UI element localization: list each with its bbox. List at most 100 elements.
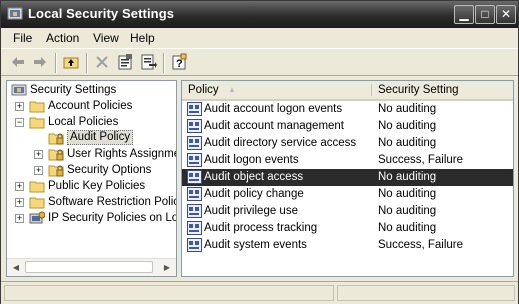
menu-action[interactable]: Action xyxy=(46,31,79,45)
security-setting-value: No auditing xyxy=(378,222,437,234)
column-setting-label: Security Setting xyxy=(378,84,459,96)
tree-item-label: Account Policies xyxy=(48,100,133,112)
policy-name: Audit policy change xyxy=(204,188,304,200)
tree-item-label: Security Options xyxy=(67,164,152,176)
ip-security-icon xyxy=(29,211,45,224)
tree-item[interactable]: Audit Policy xyxy=(7,130,176,146)
list-row[interactable]: Audit system events Success, Failure xyxy=(182,237,513,254)
tree-item[interactable]: + Public Key Policies xyxy=(7,178,176,194)
horizontal-scrollbar[interactable]: ◀ ▶ xyxy=(7,258,176,276)
expand-icon[interactable]: + xyxy=(15,214,24,223)
toolbar-separator xyxy=(55,53,57,73)
minimize-button[interactable]: ▁ xyxy=(454,5,474,24)
tree-item[interactable]: + Software Restriction Policie xyxy=(7,194,176,210)
expand-icon[interactable]: + xyxy=(15,182,24,191)
tree-item-label: Security Settings xyxy=(30,84,117,96)
scroll-left-icon[interactable]: ◀ xyxy=(9,261,23,274)
list-row[interactable]: Audit account logon events No auditing xyxy=(182,101,513,118)
scroll-thumb[interactable] xyxy=(25,261,153,273)
list-row[interactable]: Audit directory service access No auditin… xyxy=(182,135,513,152)
menu-help[interactable]: Help xyxy=(130,31,155,45)
status-panel xyxy=(337,285,515,301)
minimize-icon: ▁ xyxy=(459,7,469,21)
sort-ascending-icon: ▲ xyxy=(228,85,236,94)
list-row[interactable]: Audit object access No auditing xyxy=(182,169,513,186)
policy-icon xyxy=(187,170,202,184)
list-row[interactable]: Audit account management No auditing xyxy=(182,118,513,135)
security-setting-value: No auditing xyxy=(378,188,437,200)
tree-item[interactable]: + Account Policies xyxy=(7,98,176,114)
tree-item[interactable]: − Local Policies xyxy=(7,114,176,130)
column-policy[interactable]: Policy ▲ xyxy=(182,81,369,99)
policy-name: Audit privilege use xyxy=(204,205,298,217)
security-setting-value: Success, Failure xyxy=(378,154,464,166)
tree-item-label: Local Policies xyxy=(48,116,119,128)
folder-lock-icon xyxy=(48,149,64,161)
tree-item-label: Public Key Policies xyxy=(48,180,146,192)
tree-item-label: Audit Policy xyxy=(67,130,134,145)
collapse-icon[interactable]: − xyxy=(15,118,24,127)
menu-view[interactable]: View xyxy=(93,31,119,45)
folder-lock-icon xyxy=(48,165,64,177)
folder-icon xyxy=(29,101,45,113)
expand-icon[interactable]: + xyxy=(34,166,43,175)
policy-name: Audit object access xyxy=(204,171,304,183)
security-setting-value: No auditing xyxy=(378,137,437,149)
tree-root[interactable]: Security Settings xyxy=(11,82,176,98)
help-icon[interactable]: ? xyxy=(170,53,188,71)
forward-arrow-icon[interactable] xyxy=(31,53,49,71)
folder-icon xyxy=(29,181,45,193)
policy-icon xyxy=(187,136,202,150)
policy-name: Audit directory service access xyxy=(204,137,357,149)
security-app-icon xyxy=(7,7,23,20)
column-security-setting[interactable]: Security Setting xyxy=(372,81,513,99)
expand-icon[interactable]: + xyxy=(15,198,24,207)
console-tree: Security Settings + Account Policies − Loca… xyxy=(6,80,177,277)
folder-open-icon xyxy=(29,117,45,129)
column-policy-label: Policy xyxy=(188,84,219,96)
status-panel xyxy=(4,285,334,301)
security-setting-value: No auditing xyxy=(378,120,437,132)
close-button[interactable]: ✕ xyxy=(496,5,516,24)
policy-name: Audit account management xyxy=(204,120,345,132)
tree-item-label: Software Restriction Policie xyxy=(48,196,177,208)
back-arrow-icon[interactable] xyxy=(9,53,27,71)
expand-icon[interactable]: + xyxy=(15,102,24,111)
policy-icon xyxy=(187,102,202,116)
menu-bar: File Action View Help xyxy=(1,28,518,48)
maximize-button[interactable]: □ xyxy=(475,5,495,24)
menu-file[interactable]: File xyxy=(13,31,32,45)
list-row[interactable]: Audit policy change No auditing xyxy=(182,186,513,203)
policy-name: Audit process tracking xyxy=(204,222,318,234)
scroll-right-icon[interactable]: ▶ xyxy=(160,261,174,274)
policy-name: Audit logon events xyxy=(204,154,299,166)
policy-icon xyxy=(187,204,202,218)
list-row[interactable]: Audit process tracking No auditing xyxy=(182,220,513,237)
policy-name: Audit system events xyxy=(204,239,307,251)
toolbar-separator xyxy=(86,53,88,73)
policy-icon xyxy=(187,153,202,167)
title-bar[interactable]: Local Security Settings ▁ □ ✕ xyxy=(1,1,518,28)
tree-item[interactable]: + User Rights Assignmer xyxy=(7,146,176,162)
toolbar: ? xyxy=(1,48,518,76)
policy-list: Policy ▲ Security Setting Audit account … xyxy=(181,80,514,277)
export-list-icon[interactable] xyxy=(139,53,157,71)
security-setting-value: No auditing xyxy=(378,205,437,217)
security-settings-icon xyxy=(11,84,27,96)
up-folder-icon[interactable] xyxy=(62,53,80,71)
security-setting-value: No auditing xyxy=(378,103,437,115)
expand-icon[interactable]: + xyxy=(34,150,43,159)
properties-icon[interactable] xyxy=(116,53,134,71)
delete-icon[interactable] xyxy=(93,53,111,71)
tree-item[interactable]: + IP Security Policies on Loca xyxy=(7,210,176,226)
policy-icon xyxy=(187,221,202,235)
window-title: Local Security Settings xyxy=(28,6,175,21)
policy-icon xyxy=(187,119,202,133)
svg-text:?: ? xyxy=(176,58,183,70)
maximize-icon: □ xyxy=(481,7,489,21)
list-row[interactable]: Audit logon events Success, Failure xyxy=(182,152,513,169)
list-row[interactable]: Audit privilege use No auditing xyxy=(182,203,513,220)
tree-item-label: IP Security Policies on Loca xyxy=(48,212,177,224)
folder-lock-icon xyxy=(48,133,64,145)
tree-item[interactable]: + Security Options xyxy=(7,162,176,178)
